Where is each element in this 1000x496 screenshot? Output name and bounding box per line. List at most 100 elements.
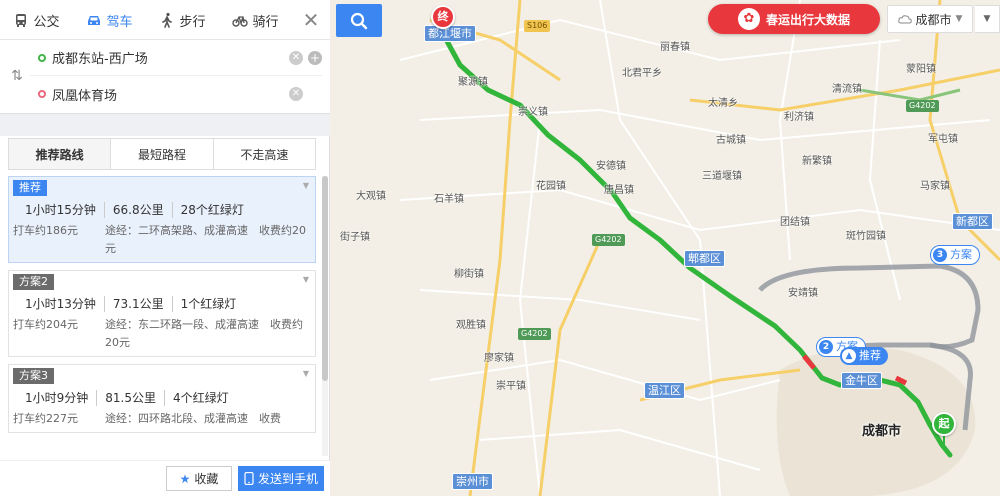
- road-shield: G4202: [906, 100, 939, 112]
- route-tag: 方案3: [13, 368, 54, 384]
- route-distance: 81.5公里: [97, 390, 166, 406]
- destination-row: ✕: [30, 76, 322, 112]
- place-label: 观胜镇: [456, 320, 486, 331]
- route-lights: 1个红绿灯: [180, 297, 237, 311]
- route-summary: 1小时13分钟 73.1公里 1个红绿灯: [25, 296, 315, 312]
- travel-mode-tabs: 公交 驾车 步行 骑行 ✕: [0, 0, 330, 40]
- plan-number: 2: [819, 340, 833, 354]
- bus-icon: [16, 14, 27, 27]
- scrollbar-thumb[interactable]: [322, 176, 328, 381]
- origin-input[interactable]: [52, 50, 284, 65]
- route-detail: 打车约204元 途经：东二环路一段、成灌高速 收费约20元: [13, 316, 315, 352]
- chevron-down-icon: ▼: [983, 14, 991, 24]
- route-option[interactable]: 方案3 ▼ 1小时9分钟 81.5公里 4个红绿灯 打车约227元 途经：四环路…: [8, 364, 316, 433]
- place-label: 军屯镇: [928, 134, 958, 145]
- start-pin[interactable]: 起: [932, 412, 956, 436]
- place-label: 崇平镇: [496, 381, 526, 392]
- tab-walk[interactable]: 步行: [146, 0, 219, 40]
- road-shield: G4202: [518, 328, 551, 340]
- recommended-label: 推荐: [859, 349, 881, 362]
- tab-transit[interactable]: 公交: [0, 0, 73, 40]
- tab-label: 骑行: [252, 14, 279, 30]
- route-tag: 方案2: [13, 274, 54, 290]
- destination-input[interactable]: [52, 86, 284, 102]
- route-list-scrollbar[interactable]: [322, 176, 328, 456]
- chinese-knot-icon: ✿: [737, 8, 760, 30]
- caret-down-icon: ▼: [302, 181, 309, 190]
- route-inputs: ⇅ ✕ + ✕: [0, 40, 330, 114]
- place-label: 蒙阳镇: [906, 64, 936, 75]
- tab-shortest[interactable]: 最短路程: [111, 139, 214, 169]
- place-label: 马家镇: [920, 181, 950, 192]
- place-label: 丽春镇: [660, 42, 690, 53]
- origin-dot-icon: [38, 53, 46, 62]
- district-label: 金牛区: [841, 372, 882, 389]
- road-shield: S106: [524, 20, 551, 32]
- route-tag: 推荐: [13, 180, 47, 196]
- place-label: 花园镇: [536, 181, 566, 192]
- recommended-callout[interactable]: ▲ 推荐: [840, 347, 888, 365]
- place-label: 利济镇: [784, 112, 814, 123]
- place-label: 三道堰镇: [702, 171, 742, 182]
- search-button[interactable]: [336, 4, 382, 37]
- route-via: 途经：东二环路一段、成灌高速 收费约20元: [105, 318, 303, 349]
- place-label: 新繁镇: [802, 156, 832, 167]
- search-icon: [350, 12, 368, 29]
- cloud-icon: [897, 15, 912, 24]
- route-list: 推荐 ▼ 1小时15分钟 66.8公里 28个红绿灯 打车约186元 途经：二环…: [8, 176, 320, 456]
- plan3-callout[interactable]: 3 方案: [930, 245, 980, 265]
- clear-icon[interactable]: ✕: [289, 50, 303, 65]
- place-label: 斑竹园镇: [846, 231, 886, 242]
- route-taxi-fare: 打车约227元: [13, 412, 78, 425]
- end-pin[interactable]: 终: [431, 5, 455, 29]
- panel-divider: [0, 114, 330, 136]
- route-option[interactable]: 方案2 ▼ 1小时13分钟 73.1公里 1个红绿灯 打车约204元 途经：东二…: [8, 270, 316, 357]
- panel-footer: ★ 收藏 发送到手机: [0, 460, 330, 496]
- place-label: 聚源镇: [458, 77, 488, 88]
- banner-text: 春运出行大数据: [765, 12, 850, 27]
- place-label: 团结镇: [780, 217, 810, 228]
- caret-down-icon: ▼: [302, 275, 309, 284]
- swap-icon[interactable]: ⇅: [8, 65, 26, 87]
- place-label: 街子镇: [340, 232, 370, 243]
- place-label: 崇义镇: [518, 107, 548, 118]
- tab-drive[interactable]: 驾车: [73, 0, 146, 40]
- route-detail: 打车约227元 途经：四环路北段、成灌高速 收费: [13, 410, 315, 428]
- car-icon: [88, 16, 101, 25]
- tab-no-highway[interactable]: 不走高速: [213, 139, 315, 169]
- place-label: 古城镇: [716, 135, 746, 146]
- tab-recommended[interactable]: 推荐路线: [9, 139, 112, 169]
- route-distance: 73.1公里: [105, 296, 173, 312]
- district-label: 崇州市: [452, 473, 493, 490]
- send-to-phone-button[interactable]: 发送到手机: [238, 466, 324, 491]
- phone-icon: [244, 472, 254, 485]
- road-shield: G4202: [592, 234, 625, 246]
- place-label: 太清乡: [708, 98, 738, 109]
- favorite-label: 收藏: [194, 472, 219, 486]
- district-label: 郫都区: [684, 250, 725, 267]
- clear-icon[interactable]: ✕: [289, 87, 303, 101]
- place-label: 廖家镇: [484, 353, 514, 364]
- district-label: 都江堰市: [424, 25, 476, 42]
- plan-number: 3: [933, 248, 947, 262]
- route-detail: 打车约186元 途经：二环高架路、成灌高速 收费约20元: [13, 222, 315, 258]
- close-button[interactable]: ✕: [292, 0, 330, 40]
- route-time: 1小时9分钟: [25, 390, 98, 406]
- tab-label: 步行: [179, 14, 206, 30]
- place-label: 大观镇: [356, 191, 386, 202]
- favorite-button[interactable]: ★ 收藏: [166, 466, 232, 491]
- city-switcher[interactable]: 成都市 ▼: [887, 5, 973, 33]
- place-label: 唐昌镇: [604, 185, 634, 196]
- route-option[interactable]: 推荐 ▼ 1小时15分钟 66.8公里 28个红绿灯 打车约186元 途经：二环…: [8, 176, 316, 263]
- route-summary: 1小时15分钟 66.8公里 28个红绿灯: [25, 202, 315, 218]
- spring-festival-banner[interactable]: ✿ 春运出行大数据: [708, 4, 880, 34]
- place-label: 柳街镇: [454, 269, 484, 280]
- city-label: 成都市: [862, 424, 902, 439]
- map-tools-button[interactable]: ▼: [975, 5, 1000, 33]
- district-label: 新都区: [952, 213, 993, 230]
- place-label: 石羊镇: [434, 194, 464, 205]
- tab-bike[interactable]: 骑行: [219, 0, 292, 40]
- route-time: 1小时15分钟: [25, 202, 105, 218]
- caret-down-icon: ▼: [302, 369, 309, 378]
- add-waypoint-icon[interactable]: +: [308, 50, 322, 65]
